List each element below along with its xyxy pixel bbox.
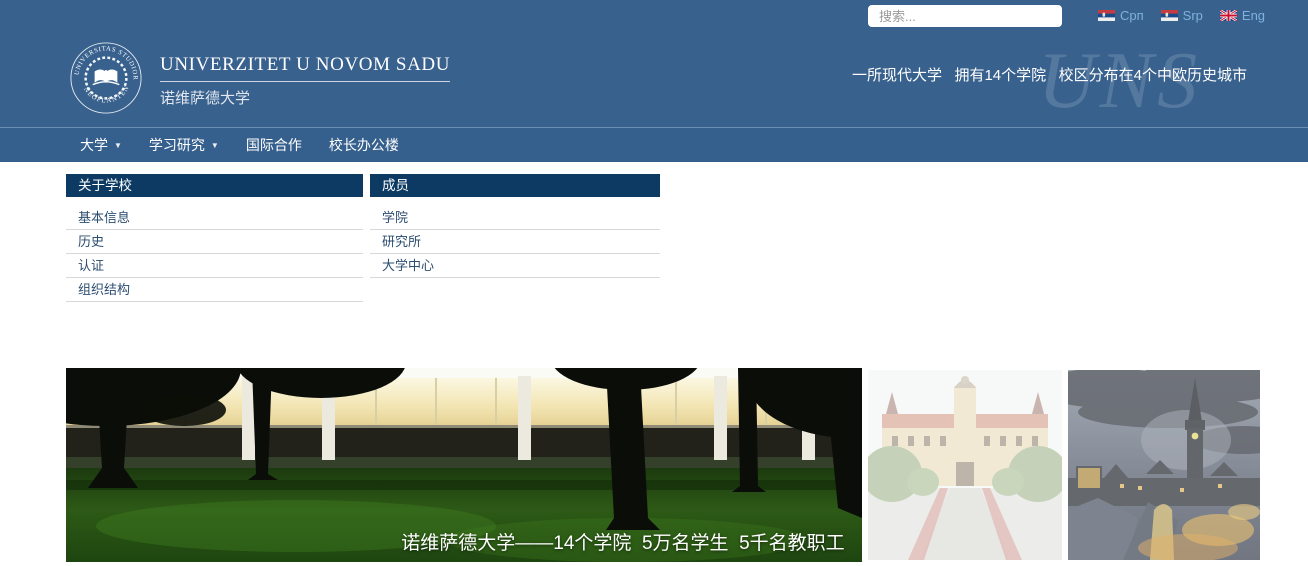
thumbnail-city-tower-dusk[interactable] <box>1068 370 1260 560</box>
uk-flag-icon <box>1220 10 1237 21</box>
language-switcher: Срп Srp <box>1098 8 1265 23</box>
language-link-serbian-cyrillic[interactable]: Срп <box>1098 8 1144 23</box>
nav-item-label: 学习研究 <box>149 135 205 155</box>
panel-item-accreditation[interactable]: 认证 <box>66 254 363 278</box>
page: Срп Srp <box>0 0 1308 566</box>
site-header: Срп Srp <box>0 0 1308 127</box>
language-label: Srp <box>1183 8 1203 23</box>
language-link-english[interactable]: Eng <box>1220 8 1265 23</box>
open-book-icon <box>93 69 120 84</box>
university-name-chinese: 诺维萨德大学 <box>160 87 450 108</box>
nav-item-international-cooperation[interactable]: 国际合作 <box>246 135 302 155</box>
nav-item-label: 校长办公楼 <box>329 135 399 155</box>
search-input[interactable] <box>868 5 1062 27</box>
dropdown-panel-about-school: 关于学校 基本信息 历史 认证 组织结构 <box>66 174 363 302</box>
university-seal-logo[interactable]: UNIVERSITAS STUDIORUM NEOPLANTENSIS <box>70 42 142 114</box>
language-label: Срп <box>1120 8 1144 23</box>
nav-item-label: 国际合作 <box>246 135 302 155</box>
university-name-latin[interactable]: UNIVERZITET U NOVOM SADU <box>160 54 450 82</box>
panel-item-institutes[interactable]: 研究所 <box>370 230 660 254</box>
serbia-flag-icon <box>1161 10 1178 21</box>
nav-item-rectorate[interactable]: 校长办公楼 <box>329 135 399 155</box>
panel-item-university-centers[interactable]: 大学中心 <box>370 254 660 278</box>
university-name-block: UNIVERZITET U NOVOM SADU 诺维萨德大学 <box>160 54 450 108</box>
thumbnail-historic-building[interactable] <box>868 370 1062 560</box>
panel-item-history[interactable]: 历史 <box>66 230 363 254</box>
panel-title: 成员 <box>370 174 660 197</box>
panel-title: 关于学校 <box>66 174 363 197</box>
panel-item-organization[interactable]: 组织结构 <box>66 278 363 302</box>
serbia-flag-icon <box>1098 10 1115 21</box>
panel-item-list: 学院 研究所 大学中心 <box>370 206 660 278</box>
language-label: Eng <box>1242 8 1265 23</box>
main-nav: 大学 ▼ 学习研究 ▼ 国际合作 校长办公楼 <box>0 127 1308 162</box>
hero-image-campus-park[interactable] <box>66 368 862 562</box>
nav-item-university[interactable]: 大学 ▼ <box>80 135 122 155</box>
language-link-serbian-latin[interactable]: Srp <box>1161 8 1203 23</box>
chevron-down-icon: ▼ <box>114 140 122 150</box>
panel-item-list: 基本信息 历史 认证 组织结构 <box>66 206 363 302</box>
nav-item-label: 大学 <box>80 135 108 155</box>
nav-item-study-research[interactable]: 学习研究 ▼ <box>149 135 219 155</box>
header-tagline: 一所现代大学 拥有14个学院 校区分布在4个中欧历史城市 <box>852 64 1247 85</box>
chevron-down-icon: ▼ <box>211 140 219 150</box>
panel-item-basic-info[interactable]: 基本信息 <box>66 206 363 230</box>
panel-item-faculties[interactable]: 学院 <box>370 206 660 230</box>
dropdown-panel-members: 成员 学院 研究所 大学中心 <box>370 174 660 278</box>
